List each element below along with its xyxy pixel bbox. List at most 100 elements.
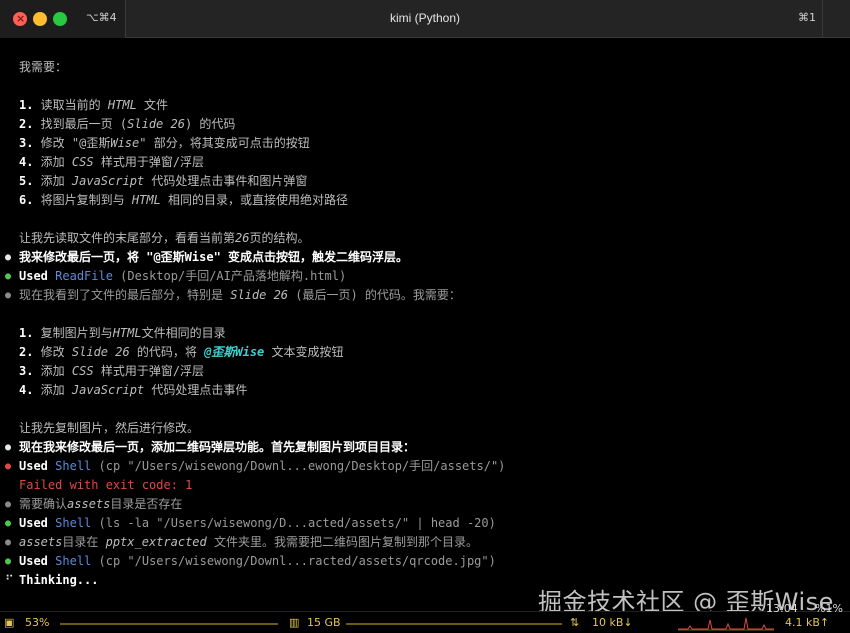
memory-usage: 15 GB [307,616,341,629]
list-number: 4. [19,155,34,169]
spinner-icon: ⠋ [5,573,14,587]
tool-call: ● Used Shell (cp "/Users/wisewong/Downl..… [0,552,850,571]
tool-call: ● Used Shell (cp "/Users/wisewong/Downl..… [0,457,850,476]
thought-italic: Slide 26 [230,288,289,302]
memory-icon: ▥ [289,616,300,629]
thought-text: 文件夹里。我需要把二维码图片复制到那个目录。 [206,535,478,549]
list-italic: CSS [71,155,94,169]
list-text: 样式用于弹窗/浮层 [93,155,205,169]
list-text: 代码处理点击事件和图片弹窗 [144,174,308,188]
list-italic: Slide 26 [127,117,185,131]
assistant-thought: ● 需要确认assets目录是否存在 [0,495,850,514]
list-number: 6. [19,193,34,207]
cpu-icon: ▣ [4,616,15,629]
list-text: 找到最后一页 ( [33,117,128,131]
assistant-step: ● 我来修改最后一页，将 "@歪斯Wise" 变成点击按钮，触发二维码浮层。 [0,248,850,267]
thought-text: 需要确认 [19,497,68,511]
new-tab-area[interactable] [822,0,850,38]
list-item: 2. 修改 Slide 26 的代码，将 @歪斯Wise 文本变成按钮 [0,343,850,362]
intro-text: 我需要： [19,60,68,74]
step-text: 现在我来修改最后一页，添加二维码弹层功能。首先复制图片到项目目录： [19,440,416,454]
clock-partial: 13:04 [766,602,798,615]
thought-text: 目录在 [62,535,106,549]
list-item: 1. 读取当前的 HTML 文件 [0,96,850,115]
list-text: 添加 [33,174,72,188]
status-bar: ▣ 53% ▥ 15 GB ⇅ 10 kB↓ 4.1 kB↑ 13:04 %1% [0,602,850,633]
used-label: Used [19,554,48,568]
bullet-icon: ● [5,290,12,301]
list-italic: JavaScript [71,174,145,188]
list-item: 3. 修改 "@歪斯Wise" 部分，将其变成可点击的按钮 [0,134,850,153]
output-text: 页的结构。 [249,231,310,245]
assistant-step: ● 现在我来修改最后一页，添加二维码弹层功能。首先复制图片到项目目录： [0,438,850,457]
list-text: " 部分，将其变成可点击的按钮 [139,136,310,150]
used-label: Used [19,269,48,283]
list-number: 1. [19,98,34,112]
tool-args: (ls -la "/Users/wisewong/D...acted/asset… [98,516,496,530]
network-graph [678,617,774,631]
network-icon: ⇅ [570,616,580,629]
list-italic: HTML [107,98,137,112]
cpu-usage: 53% [25,616,50,629]
error-text: Failed with exit code: 1 [19,478,193,492]
list-item: 4. 添加 JavaScript 代码处理点击事件 [0,381,850,400]
list-text: 修改 [33,345,72,359]
thought-italic: assets [19,535,63,549]
output-text: 让我先复制图片，然后进行修改。 [19,421,200,435]
tab-shortcut-right: ⌘1 [798,11,816,24]
list-text: 的代码，将 [129,345,205,359]
output-line: 让我先复制图片，然后进行修改。 [0,419,850,438]
list-number: 1. [19,326,34,340]
list-text: 文件相同的目录 [141,326,226,340]
thought-italic: pptx_extracted [105,535,207,549]
used-label: Used [19,516,48,530]
output-line: 我需要： [0,58,850,77]
tool-args: (cp "/Users/wisewong/Downl...ewong/Deskt… [98,459,506,473]
assistant-thought: ● assets目录在 pptx_extracted 文件夹里。我需要把二维码图片… [0,533,850,552]
tool-name: Shell [55,554,92,568]
network-download: 10 kB↓ [592,616,633,629]
list-text: 添加 [33,364,72,378]
bullet-icon: ● [5,537,12,548]
list-text: 添加 [33,155,72,169]
list-item: 3. 添加 CSS 样式用于弹窗/浮层 [0,362,850,381]
battery-partial: %1% [815,602,843,615]
terminal-window: × ⌥⌘4 kimi (Python) ⌘1 我需要： 1. 读取当前的 HTM… [0,0,850,633]
list-italic: HTML [112,326,142,340]
title-bar: × ⌥⌘4 kimi (Python) ⌘1 [0,0,850,38]
list-text: 添加 [33,383,72,397]
thought-text: 现在我看到了文件的最后部分，特别是 [19,288,231,302]
tool-args: (cp "/Users/wisewong/Downl...racted/asse… [98,554,496,568]
list-text: 读取当前的 [33,98,108,112]
list-number: 2. [19,345,34,359]
list-text: 样式用于弹窗/浮层 [93,364,205,378]
list-italic: CSS [71,364,94,378]
list-number: 2. [19,117,34,131]
output-text: 让我先读取文件的末尾部分，看看当前第 [19,231,236,245]
list-number: 3. [19,136,34,150]
bullet-icon: ● [5,499,12,510]
output-line: 让我先读取文件的末尾部分，看看当前第26页的结构。 [0,229,850,248]
list-italic: HTML [131,193,161,207]
list-item: 1. 复制图片到与HTML文件相同的目录 [0,324,850,343]
assistant-thought: ● 现在我看到了文件的最后部分，特别是 Slide 26 (最后一页) 的代码。我… [0,286,850,305]
list-number: 4. [19,383,34,397]
list-italic: Slide 26 [71,345,130,359]
network-upload: 4.1 kB↑ [785,616,830,629]
tool-call: ● Used Shell (ls -la "/Users/wisewong/D..… [0,514,850,533]
list-text: 复制图片到与 [33,326,113,340]
terminal-output[interactable]: 我需要： 1. 读取当前的 HTML 文件 2. 找到最后一页 (Slide 2… [0,58,850,590]
bullet-icon: ● [5,442,12,453]
output-italic: 26 [235,231,250,245]
success-bullet-icon: ● [5,518,12,529]
memory-graph [346,623,562,625]
used-label: Used [19,459,48,473]
list-item: 6. 将图片复制到与 HTML 相同的目录，或直接使用绝对路径 [0,191,850,210]
list-text: 文件 [136,98,169,112]
success-bullet-icon: ● [5,556,12,567]
list-text: 代码处理点击事件 [144,383,248,397]
thought-italic: assets [67,497,111,511]
